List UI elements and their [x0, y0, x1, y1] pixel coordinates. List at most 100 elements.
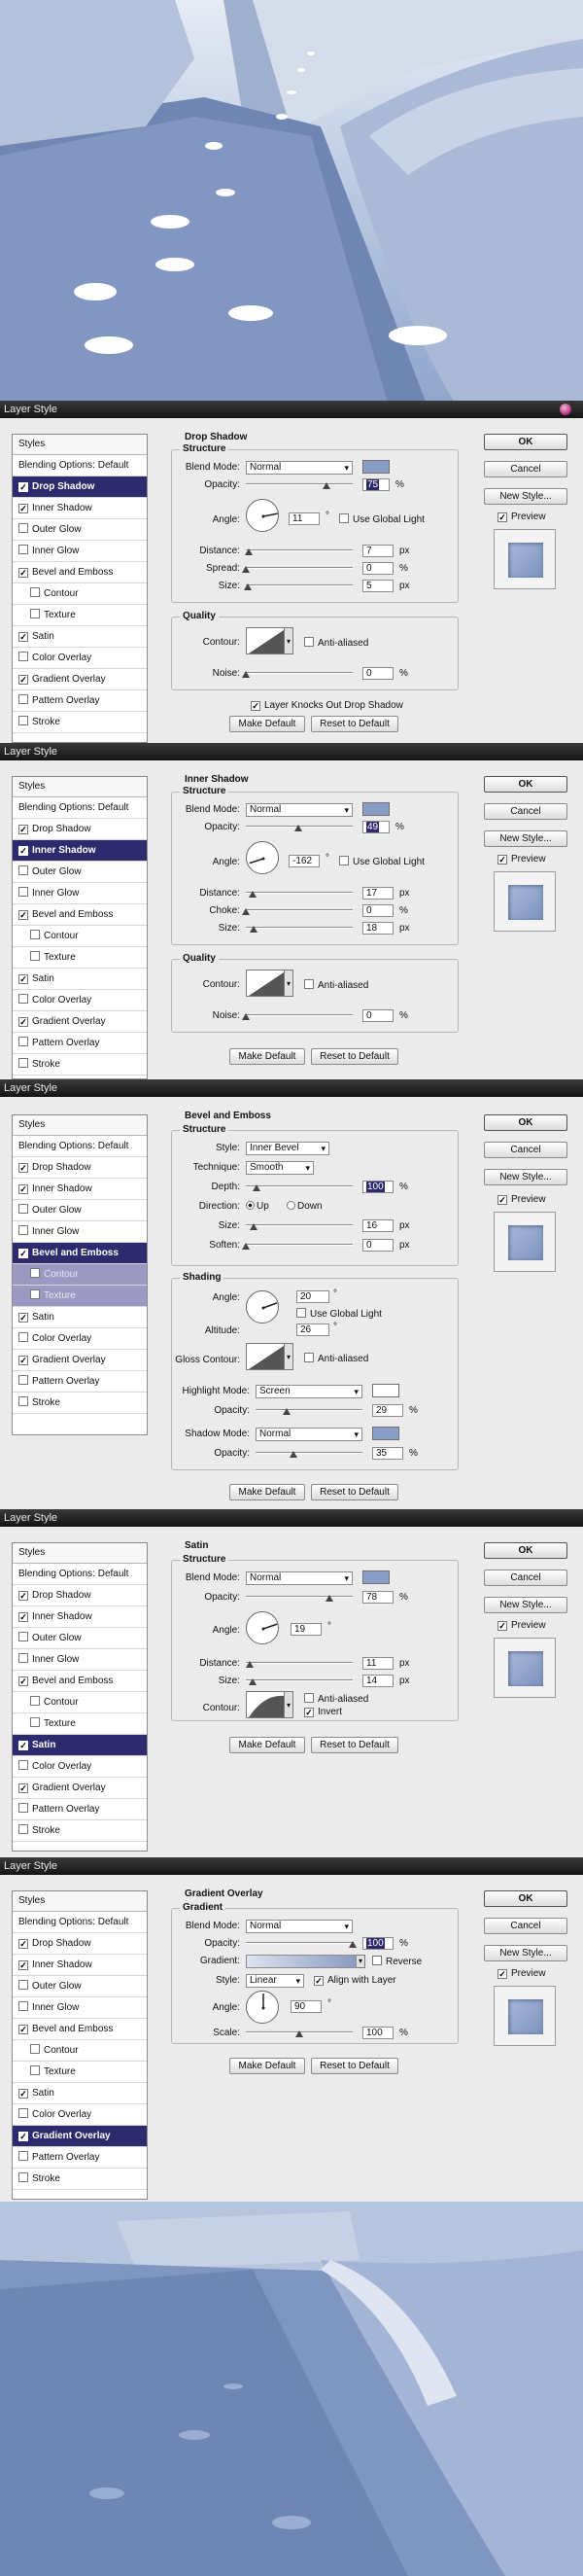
angle-dial[interactable] [246, 499, 279, 532]
slider-track[interactable] [246, 1942, 353, 1944]
angle-dial[interactable] [246, 1991, 279, 2024]
blending-options-item[interactable]: Blending Options: Default [13, 797, 147, 819]
angle-dial[interactable] [246, 1611, 279, 1644]
style-item-outer-glow[interactable]: Outer Glow [13, 862, 147, 883]
ok-button[interactable]: OK [484, 1542, 567, 1559]
style-item-bevel-and-emboss[interactable]: Bevel and Emboss [13, 562, 147, 583]
gradient-style-dropdown[interactable]: Linear [246, 1974, 304, 1988]
shadow-mode-dropdown[interactable]: Normal [256, 1428, 362, 1441]
style-item-bevel-and-emboss[interactable]: Bevel and Emboss [13, 904, 147, 926]
contour-picker[interactable] [246, 1691, 285, 1718]
style-item-satin[interactable]: Satin [13, 2083, 147, 2104]
slider-thumb[interactable] [282, 1408, 291, 1415]
opacity-slider[interactable] [246, 1593, 353, 1603]
style-item-outer-glow[interactable]: Outer Glow [13, 519, 147, 541]
noise-slider[interactable] [242, 1011, 353, 1021]
slider-thumb[interactable] [242, 671, 250, 678]
style-item-inner-shadow[interactable]: Inner Shadow [13, 1606, 147, 1628]
size-slider[interactable] [246, 1221, 353, 1231]
new-style-button[interactable]: New Style... [484, 1945, 567, 1961]
style-item-stroke[interactable]: Stroke [13, 1820, 147, 1842]
cancel-button[interactable]: Cancel [484, 1918, 567, 1934]
satin-color-swatch[interactable] [362, 1570, 390, 1584]
style-item-inner-shadow[interactable]: Inner Shadow [13, 1955, 147, 1976]
styles-header[interactable]: Styles [13, 1115, 147, 1136]
slider-track[interactable] [256, 1452, 362, 1454]
blend-mode-dropdown[interactable]: Normal [246, 803, 353, 817]
slider-thumb[interactable] [249, 926, 257, 933]
scale-field[interactable]: 100 [362, 2027, 394, 2039]
shadow-opacity-slider[interactable] [256, 1449, 362, 1459]
style-item-inner-glow[interactable]: Inner Glow [13, 883, 147, 904]
gradient-dropdown-icon[interactable]: ▾ [357, 1955, 365, 1968]
altitude-field[interactable]: 26 [296, 1323, 329, 1336]
blending-options-item[interactable]: Blending Options: Default [13, 1136, 147, 1157]
slider-thumb[interactable] [253, 1184, 260, 1191]
style-item-bevel-and-emboss[interactable]: Bevel and Emboss [13, 2019, 147, 2040]
gloss-contour-dropdown-icon[interactable]: ▾ [285, 1343, 293, 1370]
reset-to-default-button[interactable]: Reset to Default [311, 716, 398, 732]
style-item-satin[interactable]: Satin [13, 1307, 147, 1328]
style-item-drop-shadow[interactable]: Drop Shadow [13, 1157, 147, 1179]
distance-field[interactable]: 11 [362, 1657, 394, 1670]
choke-slider[interactable] [242, 906, 353, 916]
checkbox[interactable] [30, 587, 40, 597]
opacity-slider[interactable] [246, 1939, 357, 1949]
highlight-opacity-field[interactable]: 29 [372, 1404, 403, 1417]
use-global-light-checkbox[interactable]: Use Global Light [339, 513, 425, 526]
checkbox[interactable] [18, 716, 28, 725]
styles-header[interactable]: Styles [13, 777, 147, 797]
style-item-outer-glow[interactable]: Outer Glow [13, 1200, 147, 1221]
style-item-contour[interactable]: Contour [13, 1264, 147, 1286]
style-item-inner-shadow[interactable]: Inner Shadow [13, 498, 147, 519]
use-global-light-checkbox[interactable]: Use Global Light [296, 1308, 382, 1321]
style-item-satin[interactable]: Satin [13, 969, 147, 990]
slider-track[interactable] [246, 483, 353, 485]
style-item-texture[interactable]: Texture [13, 947, 147, 969]
new-style-button[interactable]: New Style... [484, 1597, 567, 1613]
size-slider[interactable] [246, 1676, 353, 1686]
style-item-outer-glow[interactable]: Outer Glow [13, 1628, 147, 1649]
style-item-stroke[interactable]: Stroke [13, 1054, 147, 1076]
style-item-drop-shadow[interactable]: Drop Shadow [13, 476, 147, 498]
style-item-texture[interactable]: Texture [13, 2062, 147, 2083]
cancel-button[interactable]: Cancel [484, 461, 567, 477]
distance-field[interactable]: 17 [362, 887, 394, 900]
slider-track[interactable] [246, 1679, 353, 1681]
soften-field[interactable]: 0 [362, 1239, 394, 1252]
slider-track[interactable] [246, 584, 353, 586]
ok-button[interactable]: OK [484, 1114, 567, 1131]
style-item-color-overlay[interactable]: Color Overlay [13, 648, 147, 669]
checkbox[interactable] [18, 694, 28, 704]
style-item-contour[interactable]: Contour [13, 926, 147, 947]
slider-track[interactable] [246, 1662, 353, 1664]
noise-slider[interactable] [242, 669, 353, 679]
angle-field[interactable]: -162 [289, 855, 320, 867]
checkbox[interactable] [18, 545, 28, 554]
slider-track[interactable] [256, 1409, 362, 1411]
blend-mode-dropdown[interactable]: Normal [246, 461, 353, 475]
checkbox[interactable] [18, 482, 28, 492]
direction-down-radio[interactable]: Down [287, 1201, 323, 1213]
blend-mode-dropdown[interactable]: Normal [246, 1571, 353, 1585]
slider-thumb[interactable] [248, 891, 257, 898]
angle-field[interactable]: 90 [291, 2000, 322, 2013]
size-field[interactable]: 18 [362, 922, 394, 935]
checkbox[interactable] [18, 568, 28, 578]
style-item-texture[interactable]: Texture [13, 1286, 147, 1307]
style-item-contour[interactable]: Contour [13, 2040, 147, 2062]
style-item-pattern-overlay[interactable]: Pattern Overlay [13, 1799, 147, 1820]
preview-checkbox[interactable]: Preview [497, 854, 546, 865]
blending-options-item[interactable]: Blending Options: Default [13, 455, 147, 476]
noise-field[interactable]: 0 [362, 667, 394, 680]
contour-picker[interactable] [246, 627, 285, 654]
size-field[interactable]: 16 [362, 1219, 394, 1232]
align-with-layer-checkbox[interactable]: Align with Layer [314, 1975, 396, 1987]
style-item-contour[interactable]: Contour [13, 1692, 147, 1713]
checkbox[interactable] [18, 504, 28, 513]
slider-thumb[interactable] [248, 1678, 257, 1685]
style-item-gradient-overlay[interactable]: Gradient Overlay [13, 669, 147, 690]
slider-thumb[interactable] [244, 583, 253, 590]
style-item-pattern-overlay[interactable]: Pattern Overlay [13, 1033, 147, 1054]
slider-track[interactable] [246, 892, 353, 894]
